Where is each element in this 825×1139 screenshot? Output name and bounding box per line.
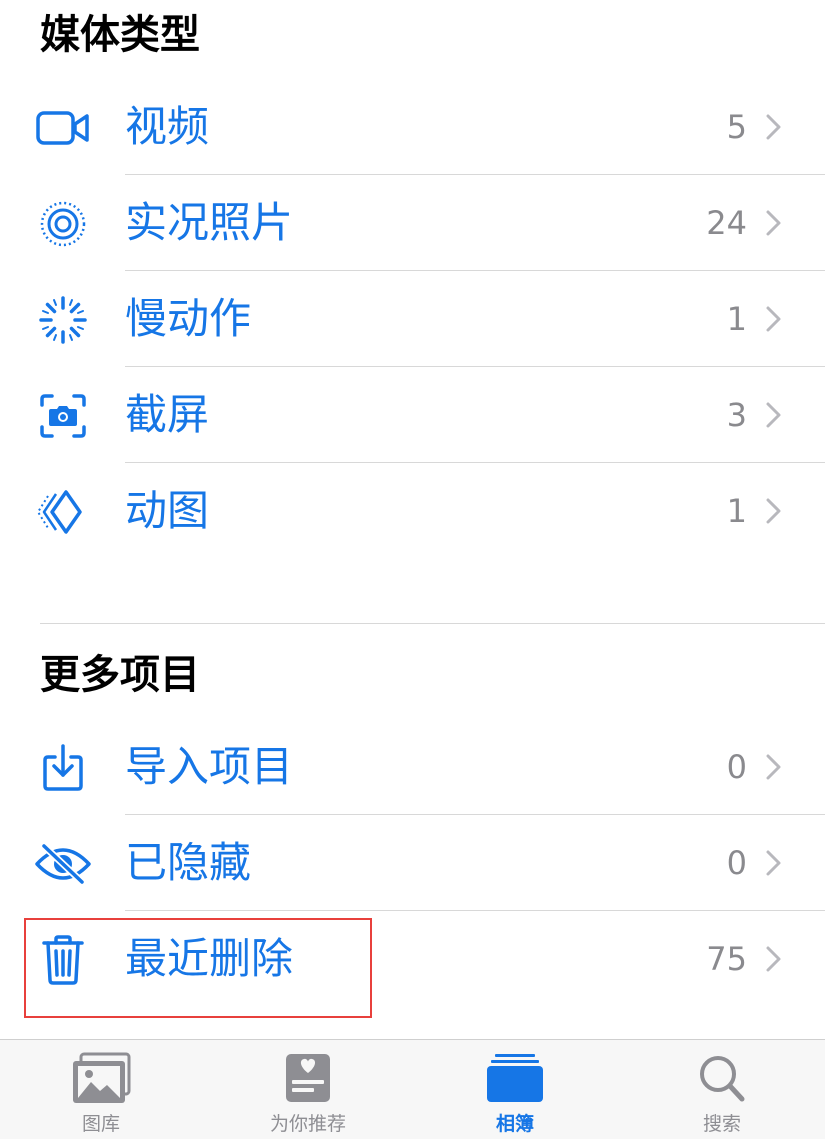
- photos-icon: [69, 1052, 133, 1104]
- live-photo-icon: [34, 199, 92, 249]
- chevron-right-icon: [763, 753, 785, 781]
- eye-slash-icon: [34, 839, 92, 889]
- highlight-box: [24, 918, 372, 1018]
- row-count: 0: [726, 844, 747, 882]
- search-icon: [690, 1052, 754, 1104]
- list-item-hidden[interactable]: 已隐藏 0: [0, 815, 825, 911]
- row-label: 视频: [125, 102, 210, 151]
- tab-library[interactable]: 图库: [21, 1040, 181, 1139]
- row-label: 截屏: [125, 390, 210, 439]
- for-you-icon: [276, 1052, 340, 1104]
- row-count: 1: [726, 492, 747, 530]
- import-icon: [34, 743, 92, 793]
- tab-search[interactable]: 搜索: [642, 1040, 802, 1139]
- tab-albums[interactable]: 相簿: [435, 1040, 595, 1139]
- list-item-videos[interactable]: 视频 5: [0, 79, 825, 175]
- list-item-live-photos[interactable]: 实况照片 24: [0, 175, 825, 271]
- screenshot-icon: [34, 391, 92, 441]
- row-label: 导入项目: [125, 742, 294, 791]
- tab-label: 为你推荐: [269, 1113, 346, 1135]
- slow-motion-icon: [34, 295, 92, 345]
- chevron-right-icon: [763, 305, 785, 333]
- row-label: 实况照片: [125, 198, 294, 247]
- video-camera-icon: [34, 103, 92, 153]
- row-count: 75: [706, 940, 747, 978]
- row-label: 慢动作: [125, 294, 252, 343]
- row-label: 动图: [125, 486, 210, 535]
- section-divider: [40, 623, 825, 624]
- row-count: 24: [706, 204, 747, 242]
- animated-icon: [34, 487, 92, 537]
- tab-label: 相簿: [495, 1113, 534, 1135]
- row-count: 1: [726, 300, 747, 338]
- section-title-more-items: 更多项目: [40, 652, 200, 698]
- tab-for-you[interactable]: 为你推荐: [228, 1040, 388, 1139]
- chevron-right-icon: [763, 209, 785, 237]
- list-item-screenshots[interactable]: 截屏 3: [0, 367, 825, 463]
- row-count: 3: [726, 396, 747, 434]
- chevron-right-icon: [763, 945, 785, 973]
- list-item-imports[interactable]: 导入项目 0: [0, 719, 825, 815]
- list-item-slow-motion[interactable]: 慢动作 1: [0, 271, 825, 367]
- row-label: 已隐藏: [125, 838, 252, 887]
- tab-label: 图库: [81, 1113, 120, 1135]
- list-item-animated[interactable]: 动图 1: [0, 463, 825, 559]
- chevron-right-icon: [763, 401, 785, 429]
- chevron-right-icon: [763, 849, 785, 877]
- section-title-media-types: 媒体类型: [40, 12, 200, 58]
- chevron-right-icon: [763, 113, 785, 141]
- row-count: 5: [726, 108, 747, 146]
- row-count: 0: [726, 748, 747, 786]
- tab-label: 搜索: [702, 1113, 741, 1135]
- chevron-right-icon: [763, 497, 785, 525]
- albums-icon: [483, 1052, 547, 1104]
- tab-bar: 图库 为你推荐 相簿 搜索: [0, 1039, 825, 1139]
